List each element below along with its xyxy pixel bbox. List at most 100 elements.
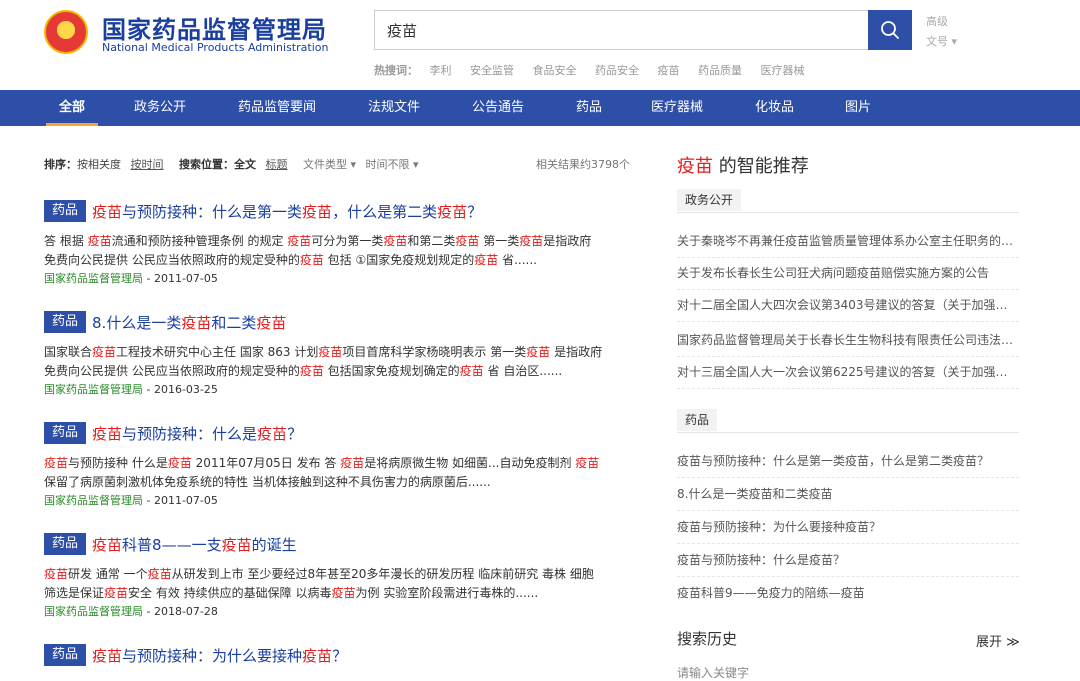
result-snippet: 疫苗研发 通常 一个疫苗从研发到上市 至少要经过8年甚至20多年漫长的研发历程 … — [44, 565, 634, 603]
hot-word[interactable]: 药品质量 — [698, 64, 742, 77]
keyword-highlight: 疫苗 — [437, 202, 468, 221]
text-segment: 与预防接种：为什么要接种 — [122, 646, 303, 665]
position-title[interactable]: 标题 — [266, 158, 288, 171]
nav-tab-devices[interactable]: 医疗器械 — [651, 90, 703, 126]
nav-tab-drugs[interactable]: 药品 — [576, 90, 602, 126]
hot-word[interactable]: 食品安全 — [533, 64, 577, 77]
search-input[interactable] — [375, 11, 868, 49]
nav-tab-cosmetics[interactable]: 化妆品 — [755, 90, 794, 126]
history-placeholder: 请输入关键字 — [677, 666, 750, 680]
result-title-link[interactable]: 疫苗与预防接种：什么是第一类疫苗，什么是第二类疫苗？ — [92, 201, 482, 222]
search-result: 药品 疫苗与预防接种：什么是疫苗？ 疫苗与预防接种 什么是疫苗 2011年07月0… — [44, 422, 634, 509]
text-segment: 可分为第一类 — [311, 234, 384, 248]
result-source: 国家药品监督管理局 - 2011-07-05 — [44, 270, 634, 287]
keyword-highlight: 疫苗 — [287, 234, 312, 248]
result-category-tag: 药品 — [44, 644, 87, 666]
text-segment: 工程技术研究中心主任 国家 863 计划 — [116, 345, 319, 359]
nav-tab-gov-affairs[interactable]: 政务公开 — [134, 90, 186, 126]
site-logo-en: National Medical Products Administration — [102, 41, 329, 54]
hot-word[interactable]: 医疗器械 — [761, 64, 805, 77]
keyword-highlight: 疫苗 — [340, 456, 365, 470]
result-category-tag: 药品 — [44, 533, 87, 555]
keyword-highlight: 疫苗 — [474, 253, 499, 267]
text-segment: 国家联合 — [44, 345, 93, 359]
doc-number-dropdown[interactable]: 文号 ▾ — [926, 32, 957, 52]
nav-tab-all[interactable]: 全部 — [45, 90, 99, 126]
result-title-link[interactable]: 疫苗与预防接种：为什么要接种疫苗？ — [92, 645, 347, 666]
search-result: 药品 疫苗与预防接种：为什么要接种疫苗？ — [44, 644, 634, 666]
hot-word[interactable]: 药品安全 — [595, 64, 639, 77]
keyword-highlight: 疫苗 — [455, 234, 480, 248]
snippet-line: 疫苗与预防接种 什么是疫苗 2011年07月05日 发布 答 疫苗是将病原微生物… — [44, 454, 634, 473]
site-logo-cn[interactable]: 国家药品监督管理局 — [102, 10, 327, 45]
nav-tab-regulations[interactable]: 法规文件 — [368, 90, 420, 126]
result-snippet: 疫苗与预防接种 什么是疫苗 2011年07月05日 发布 答 疫苗是将病原微生物… — [44, 454, 634, 492]
text-segment: 和第二类 — [407, 234, 456, 248]
recommend-link[interactable]: 国家药品监督管理局关于长春长生生物科技有限责任公司违法违规生产冻干人用狂犬病疫苗… — [677, 323, 1019, 357]
text-segment: 是将病原微生物 如细菌...自动免疫制剂 — [364, 456, 576, 470]
hot-word[interactable]: 李利 — [430, 64, 452, 77]
timerange-dropdown[interactable]: 时间不限 ▾ — [366, 158, 419, 171]
result-title-link[interactable]: 8.什么是一类疫苗和二类疫苗 — [92, 312, 286, 333]
text-segment: 流通和预防接种管理条例 的规定 — [111, 234, 288, 248]
recommend-link[interactable]: 疫苗与预防接种：什么是第一类疫苗，什么是第二类疫苗？ — [677, 444, 1019, 478]
keyword-highlight: 疫苗 — [104, 586, 129, 600]
keyword-highlight: 疫苗 — [331, 586, 356, 600]
section-label-gov-affairs: 政务公开 — [677, 189, 742, 211]
result-category-tag: 药品 — [44, 200, 87, 222]
keyword-highlight: 疫苗 — [318, 345, 343, 359]
hot-words: 热搜词： 李利 安全监管 食品安全 药品安全 疫苗 药品质量 医疗器械 — [374, 62, 820, 78]
text-segment: 筛选是保证 — [44, 586, 105, 600]
filetype-dropdown[interactable]: 文件类型 ▾ — [303, 158, 356, 171]
recommend-link[interactable]: 8.什么是一类疫苗和二类疫苗 — [677, 477, 1019, 511]
keyword-highlight: 疫苗 — [299, 253, 324, 267]
sort-by-relevance[interactable]: 按相关度 — [77, 158, 121, 171]
history-expand-button[interactable]: 展开 ≫ — [976, 631, 1020, 650]
keyword-highlight: 疫苗 — [302, 646, 333, 665]
keyword-highlight: 疫苗 — [459, 364, 484, 378]
source-date: - 2011-07-05 — [143, 494, 218, 507]
recommend-link[interactable]: 关于发布长春长生公司狂犬病问题疫苗赔偿实施方案的公告 — [677, 256, 1019, 290]
hot-word[interactable]: 疫苗 — [658, 64, 680, 77]
sort-label: 排序： — [44, 158, 77, 171]
snippet-line: 免费向公民提供 公民应当依照政府的规定受种的疫苗 包括 ①国家免疫规划规定的疫苗… — [44, 251, 634, 270]
keyword-highlight: 疫苗 — [519, 234, 544, 248]
recommend-link[interactable]: 疫苗与预防接种：为什么要接种疫苗？ — [677, 510, 1019, 544]
snippet-line: 免费向公民提供 公民应当依照政府的规定受种的疫苗 包括国家免疫规划确定的疫苗 省… — [44, 362, 634, 381]
text-segment: 包括 ①国家免疫规划规定的 — [323, 253, 475, 267]
result-category-tag: 药品 — [44, 311, 87, 333]
hot-word[interactable]: 安全监管 — [470, 64, 514, 77]
recommend-link[interactable]: 疫苗科普9——免疫力的陪练—疫苗 — [677, 576, 1019, 610]
text-segment: 与预防接种：什么是 — [122, 424, 258, 443]
snippet-line: 筛选是保证疫苗安全 有效 持续供应的基础保障 以病毒疫苗为例 实验室阶段需进行毒… — [44, 584, 634, 603]
keyword-highlight: 疫苗 — [256, 313, 287, 332]
hot-words-label: 热搜词： — [374, 64, 418, 77]
source-date: - 2018-07-28 — [143, 605, 218, 618]
result-title-link[interactable]: 疫苗与预防接种：什么是疫苗？ — [92, 423, 302, 444]
keyword-highlight: 疫苗 — [526, 345, 551, 359]
recommend-link[interactable]: 关于秦晓岑不再兼任疫苗监管质量管理体系办公室主任职务的通知 — [677, 224, 1019, 258]
search-result: 药品 8.什么是一类疫苗和二类疫苗 国家联合疫苗工程技术研究中心主任 国家 863… — [44, 311, 634, 398]
keyword-highlight: 疫苗 — [92, 535, 123, 554]
search-history-title: 搜索历史 — [677, 630, 738, 648]
advanced-search-label[interactable]: 高级 — [926, 12, 957, 32]
sort-by-time[interactable]: 按时间 — [131, 158, 164, 171]
text-segment: 与预防接种：什么是第一类 — [122, 202, 303, 221]
position-fulltext[interactable]: 全文 — [234, 158, 256, 171]
nav-tab-images[interactable]: 图片 — [845, 90, 871, 126]
recommend-link[interactable]: 疫苗与预防接种：什么是疫苗？ — [677, 543, 1019, 577]
text-segment: 包括国家免疫规划确定的 — [323, 364, 460, 378]
text-segment: 是指政府 — [543, 234, 592, 248]
smart-recommend-title: 疫苗 的智能推荐 — [677, 152, 809, 178]
nav-tab-regulatory-news[interactable]: 药品监管要闻 — [238, 90, 316, 126]
result-title-link[interactable]: 疫苗科普8——一支疫苗的诞生 — [92, 534, 297, 555]
keyword-highlight: 疫苗 — [302, 202, 333, 221]
advanced-search[interactable]: 高级 文号 ▾ — [926, 12, 957, 52]
search-button[interactable] — [868, 10, 912, 50]
text-segment: 科普8——一支 — [122, 535, 222, 554]
text-segment: 安全 有效 持续供应的基础保障 以病毒 — [128, 586, 332, 600]
nav-tab-announcements[interactable]: 公告通告 — [472, 90, 524, 126]
recommend-link[interactable]: 对十二届全国人大四次会议第3403号建议的答复（关于加强疫苗管理的建议） — [677, 288, 1019, 322]
keyword-highlight: 疫苗 — [257, 424, 288, 443]
recommend-link[interactable]: 对十三届全国人大一次会议第6225号建议的答复（关于加强疫苗管理的建议） — [677, 355, 1019, 389]
